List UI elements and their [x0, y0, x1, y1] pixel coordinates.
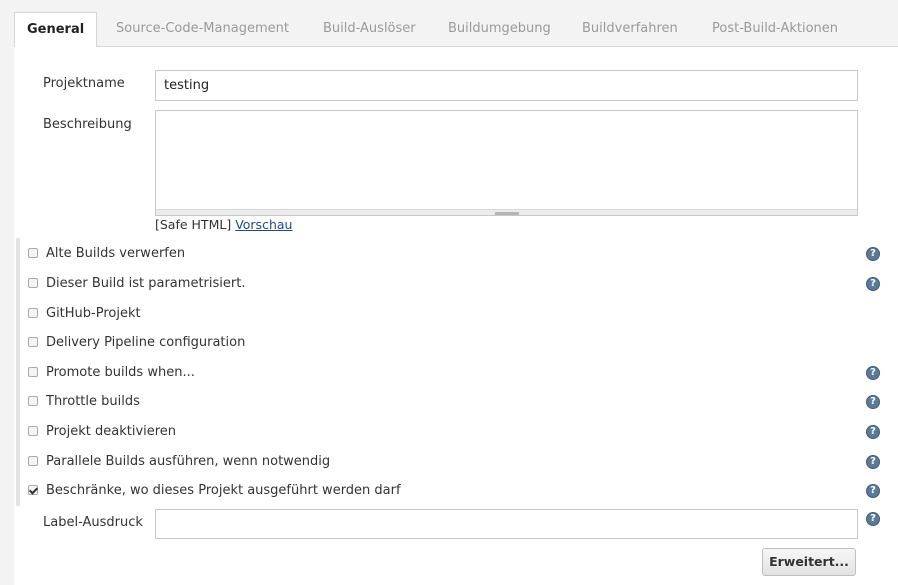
job-config-page: General Source-Code-Management Build-Aus…: [0, 0, 898, 585]
safe-html-note: [Safe HTML] Vorschau: [155, 217, 292, 232]
safe-html-label: [Safe HTML]: [155, 217, 232, 232]
description-textarea[interactable]: [155, 110, 858, 216]
description-text: [156, 111, 857, 119]
option-promote-builds[interactable]: Promote builds when...: [28, 363, 195, 383]
option-label: Alte Builds verwerfen: [46, 246, 186, 261]
option-label: Projekt deaktivieren: [46, 424, 177, 439]
help-icon[interactable]: ?: [866, 512, 880, 526]
option-label: Beschränke, wo dieses Projekt ausgeführt…: [46, 483, 401, 498]
textarea-resize-handle[interactable]: [156, 209, 857, 215]
option-github-project[interactable]: GitHub-Projekt: [28, 304, 141, 324]
option-disable-project[interactable]: Projekt deaktivieren: [28, 422, 176, 442]
help-icon[interactable]: ?: [866, 484, 880, 498]
option-label: Promote builds when...: [46, 365, 195, 380]
option-throttle-builds[interactable]: Throttle builds: [28, 392, 140, 412]
label-expression-input[interactable]: [155, 509, 858, 539]
checkbox-parameterized-build[interactable]: [28, 278, 38, 288]
preview-link[interactable]: Vorschau: [235, 217, 292, 232]
project-name-label: Projektname: [43, 76, 125, 91]
checkbox-discard-old-builds[interactable]: [28, 248, 38, 258]
advanced-button[interactable]: Erweitert...: [762, 548, 856, 576]
help-icon[interactable]: ?: [866, 425, 880, 439]
label-expression-label: Label-Ausdruck: [43, 515, 143, 530]
option-label: Parallele Builds ausführen, wenn notwend…: [46, 454, 331, 469]
option-parameterized-build[interactable]: Dieser Build ist parametrisiert.: [28, 274, 245, 294]
option-concurrent-builds[interactable]: Parallele Builds ausführen, wenn notwend…: [28, 452, 330, 472]
option-label: GitHub-Projekt: [46, 306, 141, 321]
option-label: Throttle builds: [46, 394, 140, 409]
tab-general[interactable]: General: [14, 12, 98, 48]
checkbox-delivery-pipeline[interactable]: [28, 337, 38, 347]
checkbox-throttle-builds[interactable]: [28, 396, 38, 406]
tab-build-environment[interactable]: Buildumgebung: [448, 12, 551, 46]
help-icon[interactable]: ?: [866, 395, 880, 409]
option-restrict-where-run[interactable]: Beschränke, wo dieses Projekt ausgeführt…: [28, 481, 401, 501]
help-icon[interactable]: ?: [866, 455, 880, 469]
option-delivery-pipeline[interactable]: Delivery Pipeline configuration: [28, 333, 245, 353]
checkbox-promote-builds[interactable]: [28, 367, 38, 377]
resize-grip-icon: [494, 212, 519, 215]
checkbox-github-project[interactable]: [28, 308, 38, 318]
project-name-input[interactable]: testing: [155, 70, 858, 101]
help-icon[interactable]: ?: [866, 277, 880, 291]
checkbox-disable-project[interactable]: [28, 426, 38, 436]
option-label: Delivery Pipeline configuration: [46, 335, 246, 350]
tab-source-code-management[interactable]: Source-Code-Management: [116, 12, 289, 46]
help-icon[interactable]: ?: [866, 247, 880, 261]
description-label: Beschreibung: [43, 117, 132, 132]
checkbox-concurrent-builds[interactable]: [28, 456, 38, 466]
tab-build-steps[interactable]: Buildverfahren: [582, 12, 678, 46]
options-section-bar: [16, 238, 20, 506]
checkbox-restrict-where-run[interactable]: [28, 485, 38, 495]
tab-build-triggers[interactable]: Build-Auslöser: [323, 12, 416, 46]
config-tab-bar: General Source-Code-Management Build-Aus…: [14, 12, 898, 48]
option-discard-old-builds[interactable]: Alte Builds verwerfen: [28, 244, 185, 264]
tab-post-build-actions[interactable]: Post-Build-Aktionen: [712, 12, 838, 46]
option-label: Dieser Build ist parametrisiert.: [46, 276, 246, 291]
help-icon[interactable]: ?: [866, 366, 880, 380]
